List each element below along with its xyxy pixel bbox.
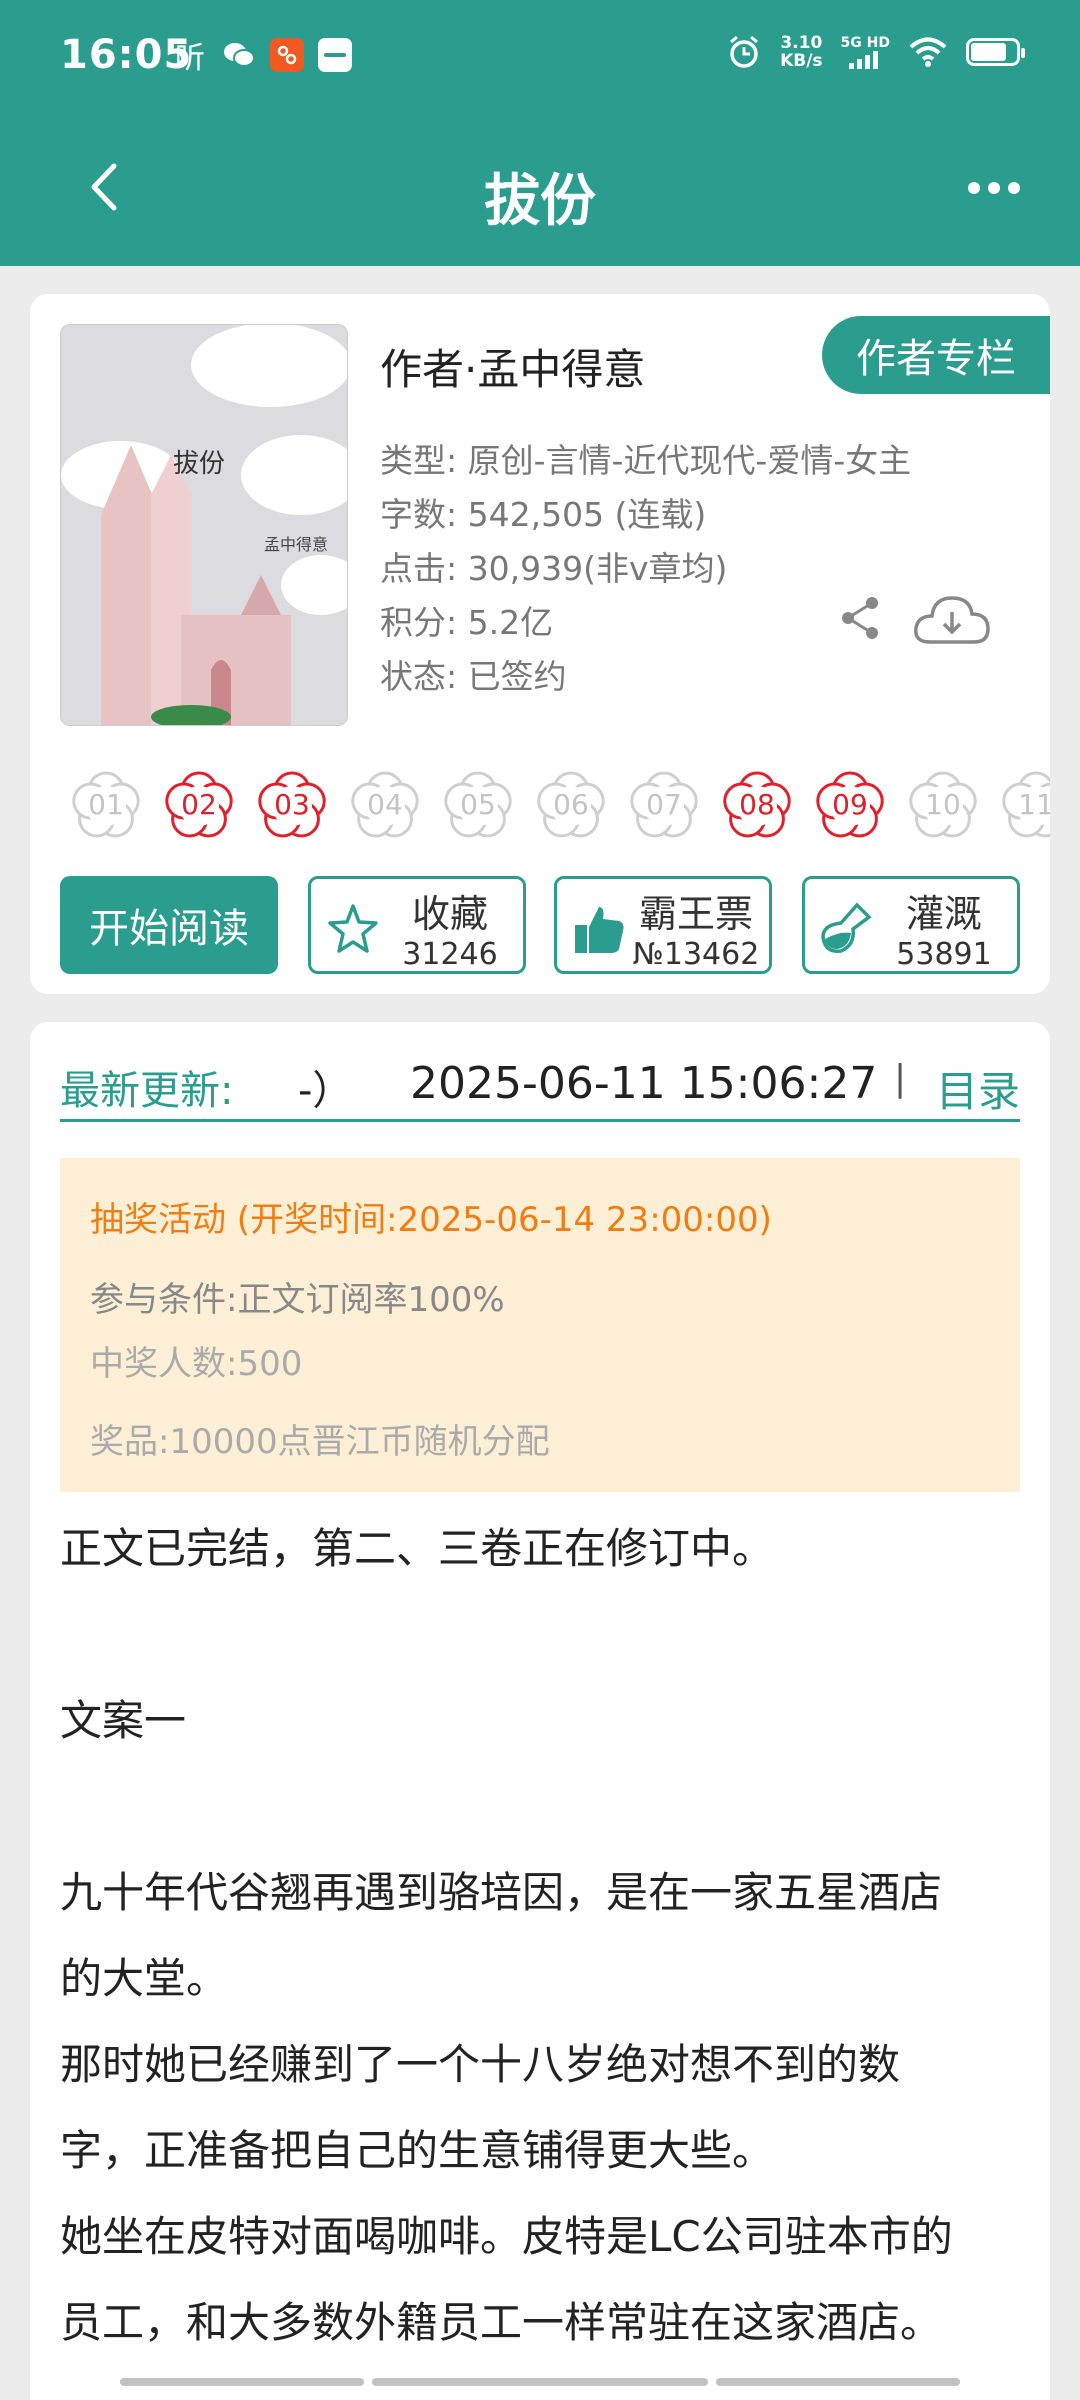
book-cover[interactable]: 拔份 孟中得意 bbox=[60, 324, 348, 726]
status-bar: 16:05 听 3.10 KB/s 5G HD bbox=[0, 0, 1080, 112]
lottery-box[interactable]: 抽奖活动 (开奖时间:2025-06-14 23:00:00) 参与条件:正文订… bbox=[60, 1158, 1020, 1492]
battery-icon bbox=[966, 38, 1025, 66]
latest-update-label: 最新更新: bbox=[60, 1068, 234, 1114]
page-title: 拔份 bbox=[484, 169, 596, 234]
book-description: 正文已完结，第二、三卷正在修订中。 文案一 九十年代谷翘再遇到骆培因，是在一家五… bbox=[60, 1506, 1040, 2366]
meta-genre: 类型: 原创-言情-近代现代-爱情-女主 bbox=[380, 441, 912, 480]
bawangpiao-label: 霸王票 bbox=[638, 892, 753, 936]
star-icon bbox=[328, 904, 378, 953]
flower-11[interactable]: 11 bbox=[996, 764, 1050, 844]
update-separator: | bbox=[894, 1058, 907, 1099]
flask-icon bbox=[821, 902, 872, 953]
shop-app-icon bbox=[270, 38, 304, 72]
notification-icons: 听 bbox=[172, 38, 352, 76]
desc-line: 她坐在皮特对面喝咖啡。皮特是LC公司驻本市的 bbox=[60, 2212, 953, 2261]
meta-clicks: 点击: 30,939(非v章均) bbox=[380, 549, 728, 588]
meta-score: 积分: 5.2亿 bbox=[380, 603, 554, 642]
lottery-prize: 奖品:10000点晋江币随机分配 bbox=[90, 1422, 550, 1462]
more-options-icon[interactable] bbox=[968, 182, 1020, 194]
flower-08[interactable]: 08 bbox=[717, 764, 797, 844]
flower-label: 02 bbox=[181, 787, 217, 821]
latest-chapter[interactable]: -） bbox=[298, 1058, 352, 1116]
wifi-icon bbox=[909, 37, 947, 67]
cover-author: 孟中得意 bbox=[264, 535, 329, 554]
lottery-condition: 参与条件:正文订阅率100% bbox=[90, 1280, 505, 1320]
flower-label: 05 bbox=[460, 787, 496, 821]
book-info-card: 拔份 孟中得意 作者·孟中得意 作者专栏 类型: 原创-言情-近代现代-爱情-女… bbox=[30, 294, 1050, 994]
start-reading-button[interactable]: 开始阅读 bbox=[60, 876, 278, 974]
desc-line: 员工，和大多数外籍员工一样常驻在这家酒店。 bbox=[60, 2298, 943, 2347]
desc-line: 那时她已经赚到了一个十八岁绝对想不到的数 bbox=[60, 2040, 901, 2089]
cell-signal: 5G HD bbox=[841, 35, 890, 69]
bottom-scroll-indicator bbox=[120, 2378, 960, 2386]
irrigate-button[interactable]: 灌溉 53891 bbox=[802, 876, 1020, 974]
lottery-winners: 中奖人数:500 bbox=[90, 1344, 303, 1384]
flower-06[interactable]: 06 bbox=[531, 764, 611, 844]
flower-label: 06 bbox=[553, 787, 589, 821]
flower-label: 07 bbox=[646, 787, 682, 821]
book-detail-card: 最新更新: -） 2025-06-11 15:06:27 | 目录 抽奖活动 (… bbox=[30, 1022, 1050, 2400]
flower-07[interactable]: 07 bbox=[624, 764, 704, 844]
bawangpiao-count: №13462 bbox=[632, 937, 760, 972]
desc-line bbox=[60, 1764, 1040, 1850]
flower-label: 03 bbox=[274, 787, 310, 821]
network-speed: 3.10 KB/s bbox=[780, 33, 823, 71]
flower-label: 04 bbox=[367, 787, 403, 821]
status-right: 3.10 KB/s 5G HD bbox=[726, 33, 1025, 71]
desc-line: 九十年代谷翘再遇到骆培因，是在一家五星酒店 bbox=[60, 1868, 943, 1917]
desc-line: 正文已完结，第二、三卷正在修订中。 bbox=[60, 1524, 775, 1573]
flower-05[interactable]: 05 bbox=[438, 764, 518, 844]
desc-line bbox=[60, 1592, 1040, 1678]
signal-bars-icon bbox=[849, 50, 879, 69]
vivo-app-icon bbox=[318, 38, 352, 72]
collect-count: 31246 bbox=[402, 937, 498, 972]
desc-line: 的大堂。 bbox=[60, 1954, 229, 2003]
latest-update-time: 2025-06-11 15:06:27 bbox=[410, 1058, 878, 1109]
collect-label: 收藏 bbox=[411, 892, 488, 936]
latest-update-bar[interactable]: 最新更新: -） 2025-06-11 15:06:27 | 目录 bbox=[60, 1050, 1020, 1122]
flower-label: 10 bbox=[925, 787, 961, 821]
catalog-link[interactable]: 目录 bbox=[936, 1058, 1020, 1119]
flower-label: 01 bbox=[88, 787, 124, 821]
top-bar: 16:05 听 3.10 KB/s 5G HD 拔份 bbox=[0, 0, 1080, 266]
alarm-icon bbox=[730, 35, 759, 68]
flower-label: 09 bbox=[832, 787, 868, 821]
bawangpiao-button[interactable]: 霸王票 №13462 bbox=[554, 876, 772, 974]
flower-01[interactable]: 01 bbox=[66, 764, 146, 844]
wechat-icon bbox=[222, 38, 256, 72]
battery-level bbox=[971, 43, 1006, 61]
meta-word-count: 字数: 542,505 (连载) bbox=[380, 495, 707, 534]
flower-04[interactable]: 04 bbox=[345, 764, 425, 844]
book-meta: 类型: 原创-言情-近代现代-爱情-女主 字数: 542,505 (连载) 点击… bbox=[380, 434, 911, 704]
app-bar: 拔份 bbox=[0, 112, 1080, 266]
thumbs-up-icon bbox=[575, 907, 624, 953]
meta-status: 状态: 已签约 bbox=[380, 657, 567, 696]
collect-button[interactable]: 收藏 31246 bbox=[308, 876, 526, 974]
share-icon[interactable] bbox=[836, 594, 884, 642]
download-icon[interactable] bbox=[912, 592, 992, 648]
author-name[interactable]: 作者·孟中得意 bbox=[380, 336, 645, 397]
desc-line: 文案一 bbox=[60, 1696, 187, 1745]
flower-label: 11 bbox=[1018, 787, 1050, 821]
desc-line: 字，正准备把自己的生意铺得更大些。 bbox=[60, 2126, 775, 2175]
listen-app-icon: 听 bbox=[175, 41, 205, 76]
flower-03[interactable]: 03 bbox=[252, 764, 332, 844]
flower-02[interactable]: 02 bbox=[159, 764, 239, 844]
flower-rating-row: 01 02 03 04 05 06 07 08 09 10 11 bbox=[66, 764, 1050, 844]
flower-10[interactable]: 10 bbox=[903, 764, 983, 844]
flower-09[interactable]: 09 bbox=[810, 764, 890, 844]
irrigate-label: 灌溉 bbox=[905, 892, 982, 936]
cover-title: 拔份 bbox=[173, 449, 226, 479]
irrigate-count: 53891 bbox=[896, 937, 992, 972]
flower-label: 08 bbox=[739, 787, 775, 821]
cover-illustration bbox=[61, 325, 347, 725]
lottery-title: 抽奖活动 (开奖时间:2025-06-14 23:00:00) bbox=[90, 1200, 772, 1240]
author-column-button[interactable]: 作者专栏 bbox=[822, 316, 1050, 394]
